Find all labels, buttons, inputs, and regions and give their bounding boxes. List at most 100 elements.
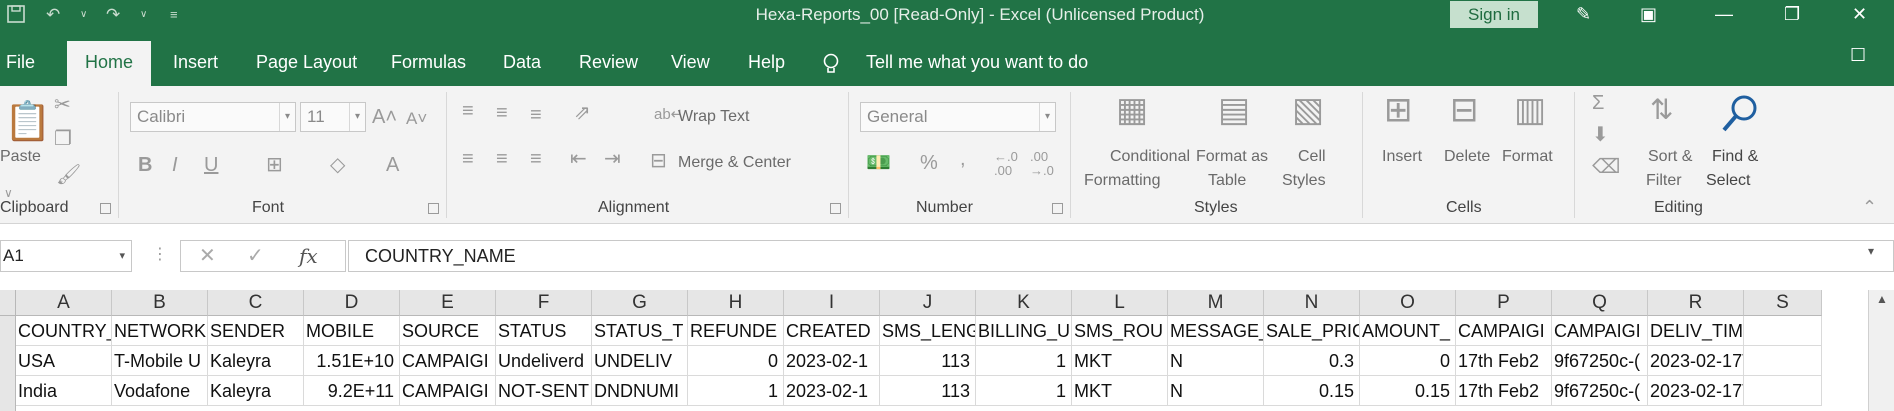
cell-b3[interactable]: Vodafone xyxy=(112,376,208,406)
cell-b2[interactable]: T-Mobile U xyxy=(112,346,208,376)
cell-h3[interactable]: 1 xyxy=(688,376,784,406)
cell-f3[interactable]: NOT-SENT xyxy=(496,376,592,406)
column-header-a[interactable]: A xyxy=(16,290,112,316)
tab-insert[interactable]: Insert xyxy=(173,41,218,86)
column-header-s[interactable]: S xyxy=(1744,290,1822,316)
cell-n2[interactable]: 0.3 xyxy=(1264,346,1360,376)
cell-g1[interactable]: STATUS_T xyxy=(592,316,688,346)
column-header-g[interactable]: G xyxy=(592,290,688,316)
alignment-launcher-icon[interactable] xyxy=(830,203,841,214)
cell-q2[interactable]: 9f67250c-( xyxy=(1552,346,1648,376)
close-icon[interactable]: ✕ xyxy=(1852,2,1867,26)
comma-style-icon[interactable]: , xyxy=(960,148,966,170)
column-header-n[interactable]: N xyxy=(1264,290,1360,316)
column-header-c[interactable]: C xyxy=(208,290,304,316)
cell-i1[interactable]: CREATED xyxy=(784,316,880,346)
column-header-f[interactable]: F xyxy=(496,290,592,316)
cell-o2[interactable]: 0 xyxy=(1360,346,1456,376)
pen-icon[interactable]: ✎ xyxy=(1576,2,1591,26)
cell-m3[interactable]: N xyxy=(1168,376,1264,406)
restore-icon[interactable]: ❐ xyxy=(1784,2,1800,26)
cut-icon[interactable]: ✂ xyxy=(54,94,71,116)
bottom-align-icon[interactable]: ≡ xyxy=(530,104,542,126)
sort-filter-label-2[interactable]: Filter xyxy=(1646,172,1682,190)
borders-icon[interactable]: ⊞ xyxy=(266,154,283,176)
column-header-m[interactable]: M xyxy=(1168,290,1264,316)
cell-f1[interactable]: STATUS xyxy=(496,316,592,346)
name-box[interactable]: A1 ▾ xyxy=(0,240,132,272)
expand-formula-bar-icon[interactable]: ▾ xyxy=(1868,244,1874,258)
align-right-icon[interactable]: ≡ xyxy=(530,148,542,170)
conditional-formatting-icon[interactable]: ▦ xyxy=(1116,92,1148,128)
increase-indent-icon[interactable]: ⇥ xyxy=(604,148,621,170)
insert-cells-icon[interactable]: ⊞ xyxy=(1384,92,1413,128)
column-header-l[interactable]: L xyxy=(1072,290,1168,316)
increase-font-icon[interactable]: A˄ xyxy=(372,106,397,128)
cell-g3[interactable]: DNDNUMI xyxy=(592,376,688,406)
cell-r1[interactable]: DELIV_TIME xyxy=(1648,316,1744,346)
format-painter-icon[interactable]: 🖌 xyxy=(56,164,81,186)
cell-p3[interactable]: 17th Feb2 xyxy=(1456,376,1552,406)
column-header-r[interactable]: R xyxy=(1648,290,1744,316)
format-cells-icon[interactable]: ▥ xyxy=(1514,92,1546,128)
tab-file[interactable]: File xyxy=(6,41,35,86)
delete-cells-button[interactable]: Delete xyxy=(1444,148,1490,166)
tab-help[interactable]: Help xyxy=(748,41,785,86)
fill-icon[interactable]: ⬇ xyxy=(1592,124,1609,146)
cell-o3[interactable]: 0.15 xyxy=(1360,376,1456,406)
column-header-b[interactable]: B xyxy=(112,290,208,316)
paste-label[interactable]: Paste xyxy=(0,148,41,166)
align-left-icon[interactable]: ≡ xyxy=(462,148,474,170)
cell-d1[interactable]: MOBILE xyxy=(304,316,400,346)
cell-n1[interactable]: SALE_PRIC xyxy=(1264,316,1360,346)
column-header-e[interactable]: E xyxy=(400,290,496,316)
cell-p1[interactable]: CAMPAIGI xyxy=(1456,316,1552,346)
tab-view[interactable]: View xyxy=(671,41,710,86)
cell-d2[interactable]: 1.51E+10 xyxy=(304,346,400,376)
cell-h1[interactable]: REFUNDE xyxy=(688,316,784,346)
cell-e1[interactable]: SOURCE xyxy=(400,316,496,346)
formula-input[interactable]: COUNTRY_NAME xyxy=(348,240,1894,272)
cell-j3[interactable]: 113 xyxy=(880,376,976,406)
cell-o1[interactable]: AMOUNT_ xyxy=(1360,316,1456,346)
format-cells-button[interactable]: Format xyxy=(1502,148,1553,166)
sort-filter-icon[interactable]: ⇅ xyxy=(1650,94,1673,126)
cell-k1[interactable]: BILLING_U xyxy=(976,316,1072,346)
column-header-d[interactable]: D xyxy=(304,290,400,316)
copy-icon[interactable]: ❐ xyxy=(54,128,72,150)
cell-a2[interactable]: USA xyxy=(16,346,112,376)
enter-icon[interactable]: ✓ xyxy=(247,243,264,268)
cell-r2[interactable]: 2023-02-17T14:15:17.00 xyxy=(1648,346,1744,376)
ribbon-display-options-icon[interactable]: ▣ xyxy=(1640,2,1657,26)
underline-icon[interactable]: U xyxy=(204,154,218,176)
column-header-j[interactable]: J xyxy=(880,290,976,316)
redo-dropdown-icon[interactable]: ∨ xyxy=(140,4,147,26)
chevron-down-icon[interactable]: ▾ xyxy=(119,241,125,271)
cell-k3[interactable]: 1 xyxy=(976,376,1072,406)
cell-s2[interactable] xyxy=(1744,346,1822,376)
wrap-text-button[interactable]: Wrap Text xyxy=(678,108,749,126)
comments-icon[interactable]: ☐ xyxy=(1850,43,1866,67)
column-header-i[interactable]: I xyxy=(784,290,880,316)
column-header-q[interactable]: Q xyxy=(1552,290,1648,316)
top-align-icon[interactable]: ≡ xyxy=(462,100,474,122)
decrease-decimal-icon[interactable]: .00 →.0 xyxy=(1030,150,1054,178)
fill-color-icon[interactable]: ◇ xyxy=(330,154,345,176)
cell-a1[interactable]: COUNTRY_ xyxy=(16,316,112,346)
conditional-formatting-label[interactable]: Conditional xyxy=(1092,148,1208,166)
cell-s3[interactable] xyxy=(1744,376,1822,406)
cell-d3[interactable]: 9.2E+11 xyxy=(304,376,400,406)
sign-in-button[interactable]: Sign in xyxy=(1450,1,1538,28)
cell-e3[interactable]: CAMPAIGI xyxy=(400,376,496,406)
font-name-combo[interactable]: Calibri ▾ xyxy=(130,102,296,132)
cell-e2[interactable]: CAMPAIGI xyxy=(400,346,496,376)
delete-cells-icon[interactable]: ⊟ xyxy=(1450,92,1479,128)
cell-styles-icon[interactable]: ▧ xyxy=(1292,92,1324,128)
paste-icon[interactable]: 📋 xyxy=(4,102,51,142)
cell-h2[interactable]: 0 xyxy=(688,346,784,376)
redo-icon[interactable]: ↷ xyxy=(106,4,120,26)
cell-s1[interactable] xyxy=(1744,316,1822,346)
bold-icon[interactable]: B xyxy=(138,154,152,176)
tab-formulas[interactable]: Formulas xyxy=(391,41,466,86)
undo-icon[interactable]: ↶ xyxy=(46,4,60,26)
